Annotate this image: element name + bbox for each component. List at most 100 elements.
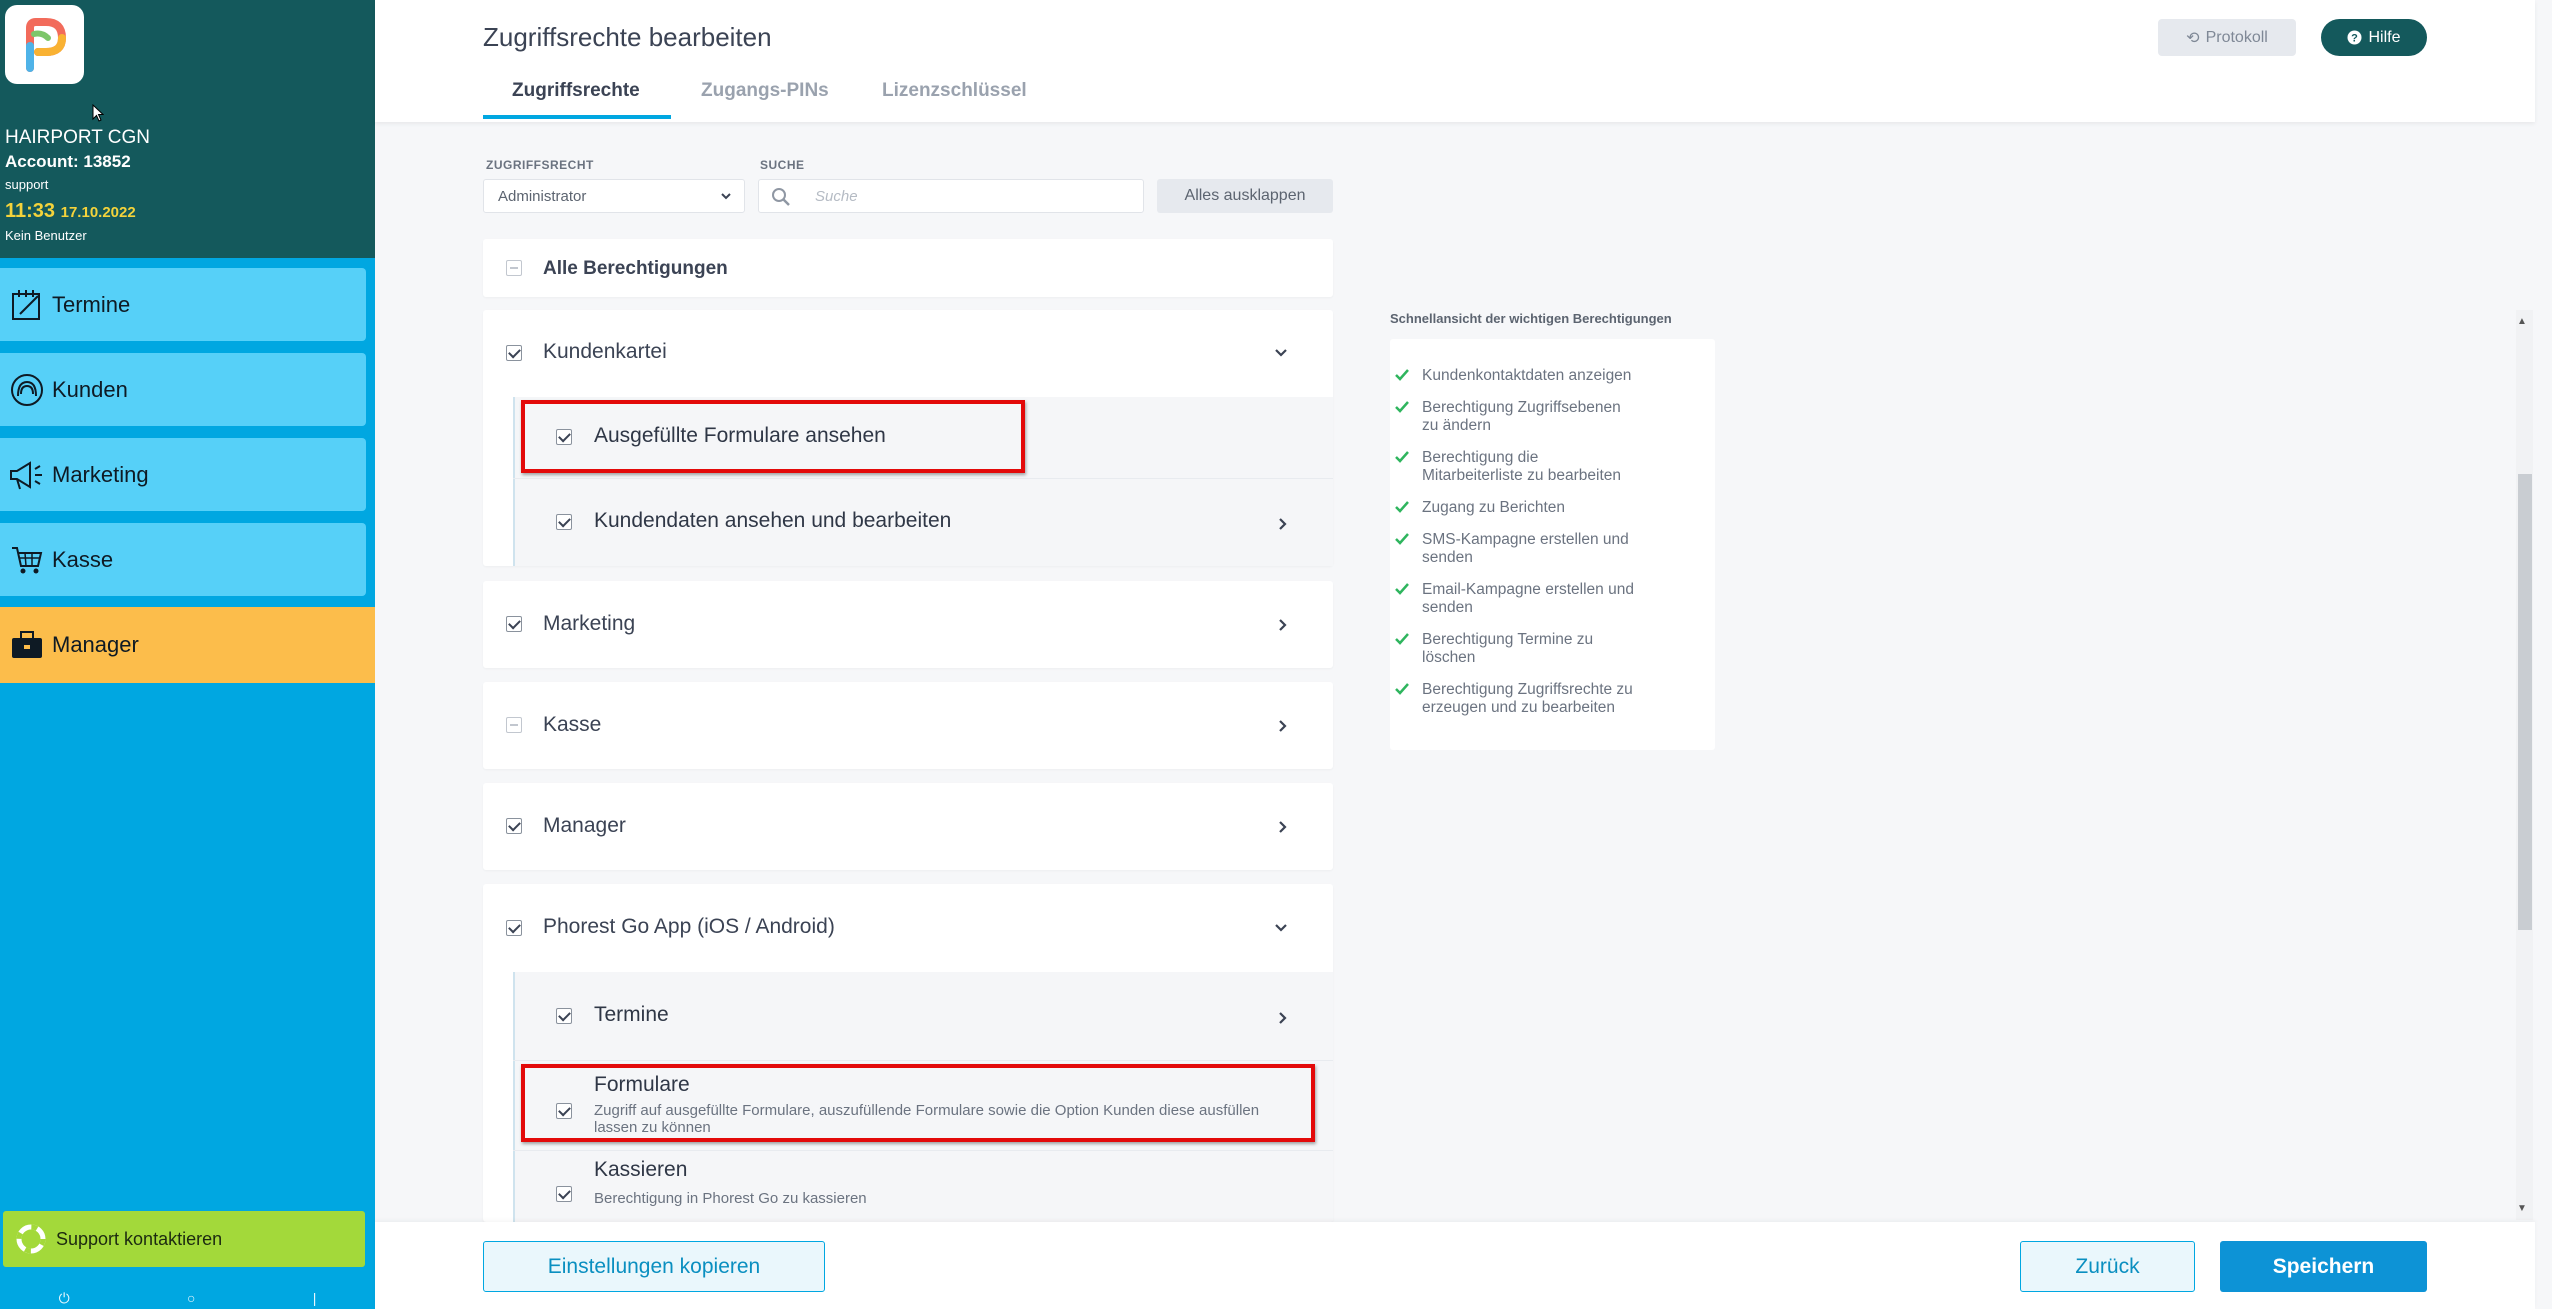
marketing-checkbox[interactable] (506, 616, 522, 632)
role-filter-label: ZUGRIFFSRECHT (486, 158, 594, 172)
quickview-item-line2: Mitarbeiterliste zu bearbeiten (1422, 467, 1622, 484)
save-button[interactable]: Speichern (2220, 1241, 2427, 1292)
quickview-item: Email-Kampagne erstellen und senden (1395, 581, 1702, 617)
phorest-logo[interactable] (5, 5, 84, 84)
group-kasse[interactable]: Kasse (483, 682, 1333, 769)
svg-text:?: ? (2352, 33, 2359, 45)
group-manager[interactable]: Manager (483, 783, 1333, 870)
child-kundendaten[interactable]: Kundendaten ansehen und bearbeiten (483, 478, 1333, 566)
nav-kunden-label: Kunden (52, 376, 128, 402)
main-header: Zugriffsrechte bearbeiten ⟲ Protokoll ? … (375, 0, 2535, 122)
child-go-kassieren[interactable]: Kassieren Berechtigung in Phorest Go zu … (483, 1150, 1333, 1222)
search-small-icon[interactable]: ○ (187, 1290, 195, 1309)
search-input[interactable] (815, 180, 1135, 212)
ausgefuellte-formulare-label: Ausgefüllte Formulare ansehen (594, 424, 886, 447)
go-kassieren-checkbox[interactable] (556, 1186, 572, 1202)
all-permissions-row[interactable]: Alle Berechtigungen (483, 239, 1333, 297)
quickview-item: Berechtigung Zugriffsrechte zu erzeugen u… (1395, 681, 1702, 717)
chevron-down-icon[interactable] (1273, 922, 1289, 934)
chevron-right-icon[interactable] (1277, 819, 1289, 835)
cart-icon (2, 535, 52, 585)
briefcase-icon (2, 620, 52, 670)
back-button[interactable]: Zurück (2020, 1241, 2195, 1292)
tab-zugriffsrechte[interactable]: Zugriffsrechte (512, 80, 640, 114)
go-formulare-label: Formulare (594, 1073, 690, 1096)
scroll-down-icon[interactable]: ▼ (2517, 1203, 2527, 1214)
quickview-item-line1: Berechtigung die (1422, 449, 1539, 466)
clock: 11:33 17.10.2022 (5, 200, 136, 223)
quickview-item-line2: zu ändern (1422, 417, 1491, 434)
customer-icon (2, 365, 52, 415)
manager-checkbox[interactable] (506, 818, 522, 834)
current-user[interactable]: Kein Benutzer (5, 228, 87, 243)
power-icon[interactable]: ⏻ (59, 1290, 70, 1309)
marketing-label: Marketing (543, 612, 636, 635)
kasse-checkbox[interactable] (506, 717, 522, 733)
group-phorest-go-header[interactable]: Phorest Go App (iOS / Android) (483, 884, 1333, 972)
phorest-go-checkbox[interactable] (506, 920, 522, 936)
kundenkartei-label: Kundenkartei (543, 340, 667, 363)
account-number: Account: 13852 (5, 152, 131, 171)
quickview-item: Berechtigung Zugriffsebenen zu ändern (1395, 399, 1702, 435)
quickview-item-line1: SMS-Kampagne erstellen und (1422, 531, 1629, 548)
tab-lizenzschluessel[interactable]: Lizenzschlüssel (882, 80, 1027, 114)
clock-date: 17.10.2022 (60, 204, 136, 221)
chevron-right-icon[interactable] (1277, 617, 1289, 633)
kundendaten-label: Kundendaten ansehen und bearbeiten (594, 509, 952, 532)
all-permissions-checkbox[interactable] (506, 260, 522, 276)
go-kassieren-description: Berechtigung in Phorest Go zu kassieren (594, 1190, 867, 1207)
nav-marketing[interactable]: Marketing (0, 438, 366, 511)
quickview-item-line2: löschen (1422, 649, 1476, 666)
scrollbar-thumb[interactable] (2518, 474, 2532, 930)
child-go-termine[interactable]: Termine (483, 972, 1333, 1060)
group-kundenkartei-header[interactable]: Kundenkartei (483, 310, 1333, 397)
kundenkartei-checkbox[interactable] (506, 345, 522, 361)
sidebar-header: HAIRPORT CGN Account: 13852 support 11:3… (0, 0, 375, 258)
protokoll-button[interactable]: ⟲ Protokoll (2158, 19, 2296, 56)
user-role: support (5, 177, 49, 192)
kundendaten-checkbox[interactable] (556, 514, 572, 530)
phorest-go-label: Phorest Go App (iOS / Android) (543, 915, 835, 938)
group-marketing[interactable]: Marketing (483, 581, 1333, 668)
chevron-down-icon[interactable] (1273, 347, 1289, 359)
scroll-up-icon[interactable]: ▲ (2517, 316, 2527, 327)
search-filter-label: SUCHE (760, 158, 805, 172)
quickview-item-line2: senden (1422, 599, 1473, 616)
active-tab-indicator (483, 115, 671, 119)
child-go-formulare[interactable]: Formulare Zugriff auf ausgefüllte Formul… (483, 1060, 1333, 1150)
quickview-item: Berechtigung Termine zu löschen (1395, 631, 1702, 667)
nav-manager[interactable]: Manager (0, 607, 375, 683)
role-select[interactable]: Administrator (483, 179, 745, 213)
support-label: Support kontaktieren (56, 1228, 223, 1249)
salon-name: HAIRPORT CGN (5, 127, 150, 148)
chevron-right-icon[interactable] (1277, 718, 1289, 734)
check-icon (1395, 583, 1409, 595)
nav-termine[interactable]: Termine (0, 268, 366, 341)
all-permissions-label: Alle Berechtigungen (543, 258, 728, 279)
sidebar: HAIRPORT CGN Account: 13852 support 11:3… (0, 0, 375, 1309)
support-button[interactable]: Support kontaktieren (3, 1211, 365, 1267)
go-kassieren-label: Kassieren (594, 1158, 688, 1181)
nav-manager-label: Manager (52, 632, 139, 657)
go-formulare-checkbox[interactable] (556, 1103, 572, 1119)
copy-settings-button[interactable]: Einstellungen kopieren (483, 1241, 825, 1292)
menu-icon[interactable]: | (313, 1290, 317, 1309)
nav-kasse[interactable]: Kasse (0, 523, 366, 596)
quickview-item: Kundenkontaktdaten anzeigen (1395, 367, 1702, 385)
clock-time: 11:33 (5, 200, 56, 222)
child-ausgefuellte-formulare[interactable]: Ausgefüllte Formulare ansehen (483, 397, 1333, 478)
hilfe-button[interactable]: ? Hilfe (2321, 19, 2427, 56)
chevron-right-icon[interactable] (1277, 516, 1289, 532)
go-termine-checkbox[interactable] (556, 1008, 572, 1024)
expand-all-button[interactable]: Alles ausklappen (1157, 179, 1333, 213)
ausgefuellte-formulare-checkbox[interactable] (556, 429, 572, 445)
quickview-item-line1: Kundenkontaktdaten anzeigen (1422, 367, 1632, 384)
quickview-item-line1: Zugang zu Berichten (1422, 499, 1566, 516)
tab-zugangs-pins[interactable]: Zugangs-PINs (701, 80, 829, 114)
nav-kunden[interactable]: Kunden (0, 353, 366, 426)
nav-kasse-label: Kasse (52, 546, 114, 572)
quickview-item-line2: erzeugen und zu bearbeiten (1422, 699, 1616, 716)
search-box (758, 179, 1144, 213)
manager-label: Manager (543, 814, 626, 837)
chevron-right-icon[interactable] (1277, 1010, 1289, 1026)
